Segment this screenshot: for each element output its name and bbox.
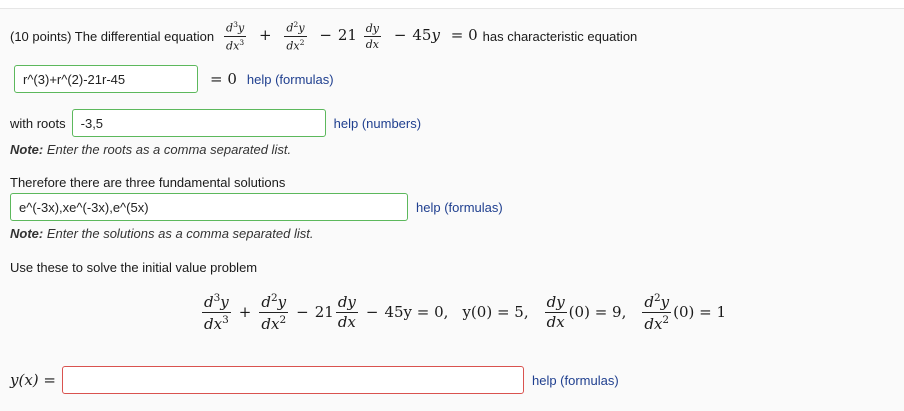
has-char-text: has characteristic equation	[482, 28, 638, 44]
solutions-input[interactable]: e^(-3x),xe^(-3x),e^(5x)	[10, 193, 408, 221]
solutions-label: Therefore there are three fundamental so…	[10, 174, 286, 190]
answer-label: y(x) =	[10, 371, 56, 389]
ivp-coef-21: 21	[314, 303, 334, 321]
solutions-note-text: Enter the solutions as a comma separated…	[43, 225, 314, 241]
char-eq-input[interactable]: r^(3)+r^(2)-21r-45	[14, 65, 198, 93]
ivp-label: Use these to solve the initial value pro…	[10, 259, 258, 275]
ivp-equation: d3y dx3 + d2y dx2 −21 dy dx −45y = 0, y(0) …	[202, 291, 727, 333]
char-eq-row: r^(3)+r^(2)-21r-45 = 0 help (formulas)	[14, 64, 334, 94]
ivp-rhs: 45y = 0,	[384, 303, 449, 321]
ode-coef-45: 45	[412, 26, 432, 44]
answer-row: y(x) = help (formulas)	[10, 365, 619, 395]
roots-note: Note: Enter the roots as a comma separat…	[10, 140, 291, 158]
ivp-label-row: Use these to solve the initial value pro…	[10, 258, 257, 276]
ode-expression: d3y dx3 + d2y dx2 −21 dy dx −45y = 0	[224, 19, 478, 53]
solutions-label-row: Therefore there are three fundamental so…	[10, 173, 285, 191]
roots-help-link[interactable]: help (numbers)	[334, 116, 421, 131]
roots-row: with roots -3,5 help (numbers)	[10, 108, 421, 138]
question-intro: (10 points) The differential equation	[10, 28, 215, 44]
roots-note-text: Enter the roots as a comma separated lis…	[43, 141, 292, 157]
roots-input[interactable]: -3,5	[71, 109, 326, 137]
ode-coef-21: 21	[337, 26, 357, 44]
roots-label: with roots	[10, 115, 66, 131]
roots-note-bold: Note:	[10, 141, 44, 157]
question-line: (10 points) The differential equation d3…	[10, 19, 637, 53]
ivp-ic2: (0) = 9,	[568, 303, 627, 321]
solutions-note: Note: Enter the solutions as a comma sep…	[10, 224, 313, 242]
problem-panel: (10 points) The differential equation d3…	[0, 8, 904, 411]
solutions-help-link[interactable]: help (formulas)	[416, 200, 503, 215]
solutions-note-bold: Note:	[10, 225, 44, 241]
ivp-ic1: y(0) = 5,	[462, 303, 529, 321]
solutions-row: e^(-3x),xe^(-3x),e^(5x) help (formulas)	[10, 192, 503, 222]
ivp-ic3: (0) = 1	[673, 303, 727, 321]
answer-input[interactable]	[61, 366, 524, 394]
answer-help-link[interactable]: help (formulas)	[532, 373, 619, 388]
char-eq-help-link[interactable]: help (formulas)	[247, 72, 334, 87]
char-eq-equals-zero: = 0	[210, 70, 237, 88]
